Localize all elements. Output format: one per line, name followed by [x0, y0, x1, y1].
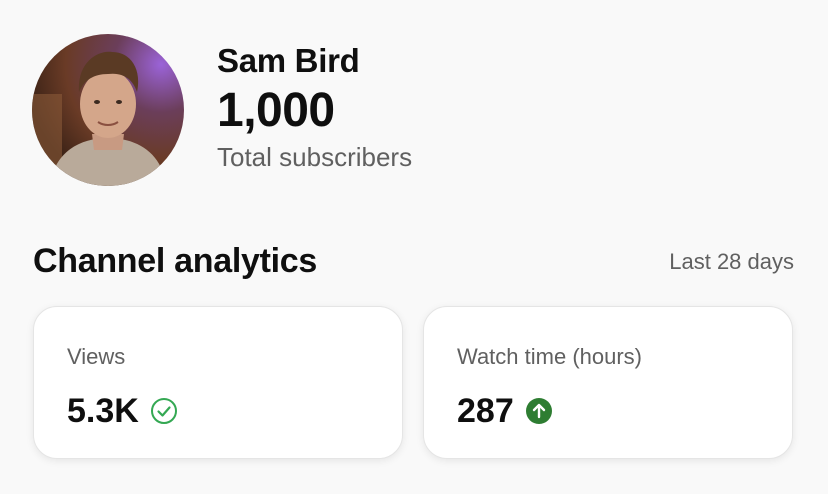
avatar-photo	[32, 34, 184, 186]
analytics-cards: Views 5.3K Watch time (hours) 287	[33, 306, 793, 459]
date-range[interactable]: Last 28 days	[669, 249, 794, 275]
channel-name: Sam Bird	[217, 42, 360, 79]
card-value-row: 287	[457, 391, 792, 431]
subscriber-label: Total subscribers	[217, 142, 413, 172]
card-value-row: 5.3K	[67, 391, 402, 431]
channel-header: Sam Bird 1,000 Total subscribers	[32, 34, 412, 186]
analytics-header: Channel analytics Last 28 days	[33, 242, 794, 281]
channel-info: Sam Bird 1,000 Total subscribers	[217, 34, 412, 173]
check-circle-icon	[150, 397, 178, 425]
arrow-up-circle-icon	[525, 397, 553, 425]
views-value: 5.3K	[67, 392, 139, 430]
subscriber-count: 1,000	[217, 84, 335, 137]
watch-time-value: 287	[457, 392, 514, 430]
section-title: Channel analytics	[33, 242, 317, 280]
card-label: Views	[67, 344, 126, 369]
avatar[interactable]	[32, 34, 184, 186]
views-card[interactable]: Views 5.3K	[33, 306, 403, 459]
card-label: Watch time (hours)	[457, 344, 643, 369]
watch-time-card[interactable]: Watch time (hours) 287	[423, 306, 793, 459]
